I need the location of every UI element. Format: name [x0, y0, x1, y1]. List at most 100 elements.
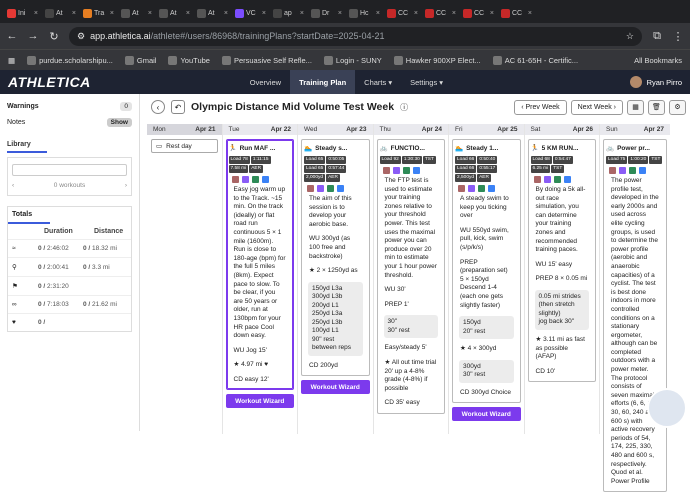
rest-day-card[interactable]: ▭ Rest day	[151, 139, 218, 153]
tab-library[interactable]: Library	[7, 138, 47, 153]
tab-close-icon[interactable]: ×	[224, 10, 228, 17]
workout-wizard-button[interactable]: Workout Wizard	[452, 407, 521, 422]
edit-icon[interactable]	[609, 167, 616, 174]
browser-tab[interactable]: Dr ×	[308, 4, 345, 23]
tab-close-icon[interactable]: ×	[262, 10, 266, 17]
extensions-icon[interactable]: ⧉	[651, 30, 663, 43]
site-info-icon[interactable]: ⚙	[77, 31, 85, 42]
browser-tab[interactable]: Ini ×	[4, 4, 41, 23]
export-icon[interactable]	[468, 185, 475, 192]
export-icon[interactable]	[241, 176, 249, 183]
tab-close-icon[interactable]: ×	[148, 10, 152, 17]
export-icon[interactable]	[317, 185, 324, 192]
all-bookmarks-button[interactable]: All Bookmarks	[634, 56, 682, 65]
bookmark-item[interactable]: YouTube	[168, 55, 210, 65]
tab-close-icon[interactable]: ×	[338, 10, 342, 17]
tab-close-icon[interactable]: ×	[300, 10, 304, 17]
workouts-next-icon[interactable]: ›	[125, 182, 127, 189]
notes-show-button[interactable]: Show	[106, 117, 132, 127]
workout-card-wed[interactable]: 🏊 Steady s... Load 65 0:50:05 Load 65 0:57:4…	[301, 139, 370, 377]
tab-close-icon[interactable]: ×	[452, 10, 456, 17]
device-icon[interactable]	[402, 167, 410, 174]
device-icon[interactable]	[553, 176, 561, 183]
tab-close-icon[interactable]: ×	[414, 10, 418, 17]
workout-wizard-button[interactable]: Workout Wizard	[301, 380, 370, 395]
bookmark-item[interactable]: Gmail	[124, 55, 156, 65]
device-icon[interactable]	[478, 185, 485, 192]
edit-icon[interactable]	[382, 167, 390, 174]
workout-card-tue[interactable]: 🏃 Run MAF ... Load 78 1:11:15 7.58 mi AER Ea…	[225, 139, 294, 391]
tab-totals[interactable]: Totals	[8, 207, 50, 224]
export-icon[interactable]	[543, 176, 551, 183]
chat-avatar[interactable]	[647, 388, 687, 428]
edit-icon[interactable]	[307, 185, 314, 192]
workout-card-fri[interactable]: 🏊 Steady 1... Load 66 0:50:40 Load 66 0:55:1…	[452, 139, 521, 404]
tab-close-icon[interactable]: ×	[34, 10, 38, 17]
workouts-prev-icon[interactable]: ‹	[12, 182, 14, 189]
nav-charts[interactable]: Charts ▾	[355, 70, 401, 94]
browser-tab[interactable]: At ×	[194, 4, 231, 23]
browser-tab[interactable]: At ×	[156, 4, 193, 23]
info-icon[interactable]: ⓘ	[400, 102, 408, 113]
collapse-sidebar-button[interactable]: ‹	[151, 100, 165, 114]
browser-tab[interactable]: At ×	[42, 4, 79, 23]
bookmark-item[interactable]: purdue.scholarshipu...	[27, 55, 113, 65]
browser-tab[interactable]: CC ×	[422, 4, 459, 23]
nav-overview[interactable]: Overview	[241, 70, 290, 94]
bookmark-item[interactable]: AC 61-65H - Certific...	[492, 55, 578, 65]
nav-settings[interactable]: Settings ▾	[401, 70, 452, 94]
delete-icon[interactable]: 🗑	[648, 99, 665, 115]
share-icon[interactable]	[488, 185, 495, 192]
edit-icon[interactable]	[533, 176, 541, 183]
workout-card-thu[interactable]: 🚲 FUNCTIO... Load 92 1:30:30 TST The FTP te…	[376, 139, 445, 414]
athletica-logo[interactable]: ATHLETICA	[8, 74, 91, 90]
bookmark-item[interactable]: Login - SUNY	[323, 55, 382, 65]
bookmark-item[interactable]: Persuasive Self Refle...	[221, 55, 312, 65]
browser-tab[interactable]: ap ×	[270, 4, 307, 23]
settings-icon[interactable]: ⚙	[669, 99, 686, 115]
browser-tab[interactable]: VC ×	[232, 4, 269, 23]
menu-icon[interactable]: ⋮	[672, 30, 684, 43]
nav-training-plan[interactable]: Training Plan	[290, 70, 356, 94]
browser-tab[interactable]: At ×	[118, 4, 155, 23]
bookmark-item[interactable]: Hawker 900XP Elect...	[393, 55, 481, 65]
device-icon[interactable]	[629, 167, 636, 174]
share-icon[interactable]	[639, 167, 646, 174]
device-icon[interactable]	[251, 176, 259, 183]
tab-close-icon[interactable]: ×	[376, 10, 380, 17]
undo-icon[interactable]: ↶	[171, 100, 185, 114]
export-icon[interactable]	[392, 167, 400, 174]
device-icon[interactable]	[327, 185, 334, 192]
user-menu[interactable]: Ryan Pirro	[629, 76, 682, 88]
calendar-icon[interactable]: ▦	[627, 99, 644, 115]
share-icon[interactable]	[261, 176, 269, 183]
tab-close-icon[interactable]: ×	[490, 10, 494, 17]
tab-close-icon[interactable]: ×	[110, 10, 114, 17]
workout-card-sat[interactable]: 🏃 5 KM RUN... Load 68 0:54:47 6.25 mi TST By…	[527, 139, 596, 383]
share-icon[interactable]	[563, 176, 571, 183]
browser-tab[interactable]: Hc ×	[346, 4, 383, 23]
library-search-input[interactable]	[12, 164, 127, 176]
prev-week-button[interactable]: ‹ Prev Week	[514, 99, 567, 115]
export-icon[interactable]	[619, 167, 626, 174]
address-bar[interactable]: ⚙ app.athletica.ai/athlete#/users/86968/…	[69, 26, 642, 46]
edit-icon[interactable]	[231, 176, 239, 183]
share-icon[interactable]	[337, 185, 344, 192]
workout-card-sun[interactable]: 🚲 Power pr... Load 75 1:00:20 TST The power…	[603, 139, 667, 492]
edit-icon[interactable]	[458, 185, 465, 192]
share-icon[interactable]	[412, 167, 420, 174]
browser-tab[interactable]: CC ×	[498, 4, 535, 23]
forward-icon[interactable]: →	[27, 30, 39, 42]
star-icon[interactable]: ☆	[626, 31, 634, 42]
browser-tab[interactable]: CC ×	[460, 4, 497, 23]
browser-tab[interactable]: Tra ×	[80, 4, 117, 23]
next-week-button[interactable]: Next Week ›	[570, 99, 623, 115]
tab-close-icon[interactable]: ×	[528, 10, 532, 17]
workout-wizard-button[interactable]: Workout Wizard	[225, 394, 294, 409]
reload-icon[interactable]: ↻	[48, 30, 60, 43]
tab-close-icon[interactable]: ×	[186, 10, 190, 17]
back-icon[interactable]: ←	[6, 30, 18, 42]
browser-tab[interactable]: CC ×	[384, 4, 421, 23]
apps-icon[interactable]: ▦	[8, 56, 15, 65]
tab-close-icon[interactable]: ×	[72, 10, 76, 17]
